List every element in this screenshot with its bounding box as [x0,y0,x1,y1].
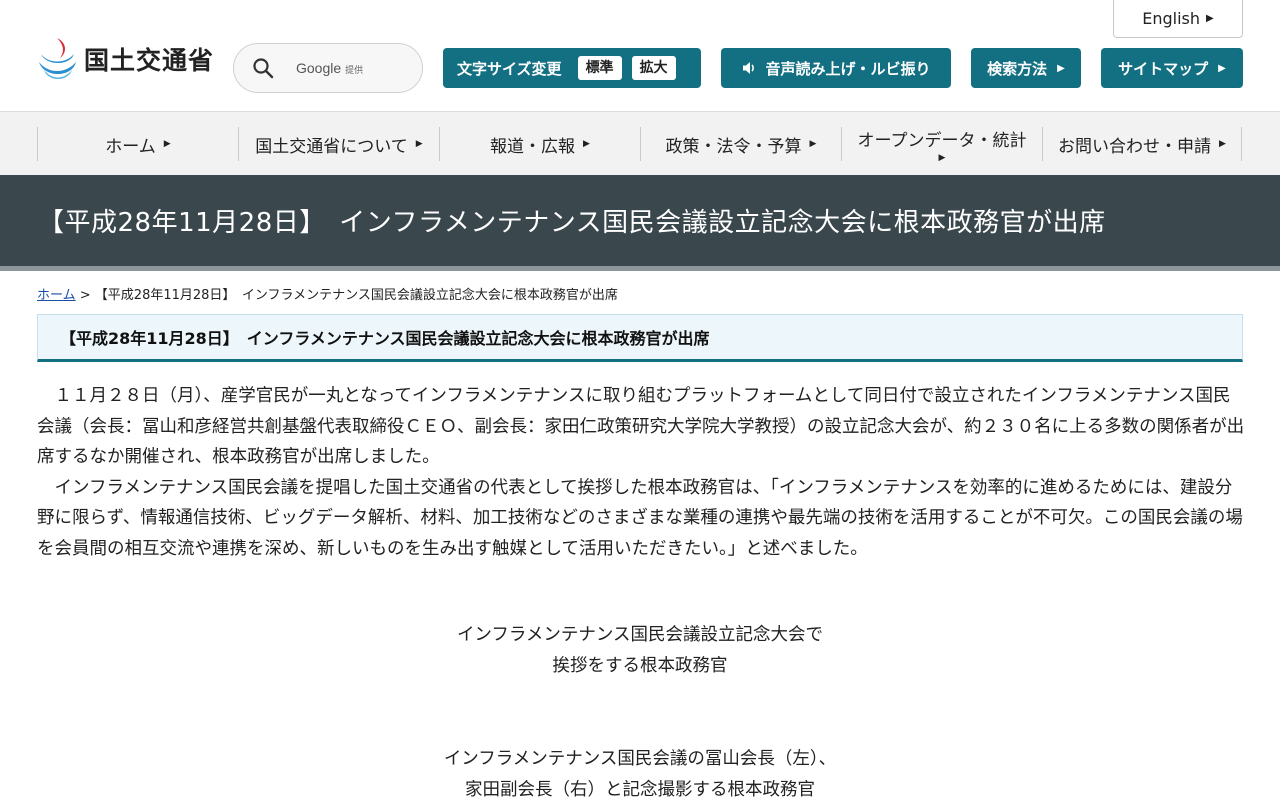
article-paragraph: １１月２８日（月）、産学官民が一丸となってインフラメンテナンスに取り組むプラット… [37,386,1245,467]
article-body: １１月２８日（月）、産学官民が一丸となってインフラメンテナンスに取り組むプラット… [37,381,1247,564]
nav-item-label: お問い合わせ・申請 [1058,136,1212,157]
triangle-right-icon: ▶ [1219,139,1226,149]
font-standard-button[interactable]: 標準 [577,56,622,80]
font-size-control: 文字サイズ変更 標準 拡大 [443,48,701,88]
english-link[interactable]: English ▶ [1113,0,1243,38]
voice-label: 音声読み上げ・ルビ振り [765,59,931,78]
triangle-right-icon: ▶ [809,139,817,149]
nav-item-press[interactable]: 報道・広報 ▶ [439,127,640,161]
search-placeholder: Google 提供 [296,60,363,76]
article-heading-box: 【平成28年11月28日】 インフラメンテナンス国民会議設立記念大会に根本政務官… [37,314,1243,362]
site-search-input[interactable]: Google 提供 [233,43,423,93]
nav-item-contact[interactable]: お問い合わせ・申請 ▶ [1042,127,1242,161]
nav-item-label: 政策・法令・予算 [665,136,802,157]
caption-line: インフラメンテナンス国民会議の冨山会長（左）、 [443,749,837,769]
article-paragraph: インフラメンテナンス国民会議を提唱した国土交通省の代表として挨拶した根本政務官は… [37,477,1243,559]
nav-item-label: 国土交通省について [255,136,408,157]
search-icon [253,58,274,79]
photo-caption: インフラメンテナンス国民会議設立記念大会で 挨拶をする根本政務官 [0,620,1280,682]
triangle-right-icon: ▶ [1206,13,1214,24]
google-brand: Google [296,60,342,76]
photo-caption: インフラメンテナンス国民会議の冨山会長（左）、 家田副会長（右）と記念撮影する根… [0,744,1280,800]
article-heading: 【平成28年11月28日】 インフラメンテナンス国民会議設立記念大会に根本政務官… [60,329,710,348]
font-large-button[interactable]: 拡大 [631,56,676,80]
breadcrumb: ホーム > 【平成28年11月28日】 インフラメンテナンス国民会議設立記念大会… [37,284,618,303]
global-nav: ホーム ▶ 国土交通省について ▶ 報道・広報 ▶ 政策・法令・予算 ▶ オープ… [0,111,1280,175]
font-size-label: 文字サイズ変更 [457,59,562,78]
voice-reading-button[interactable]: 音声読み上げ・ルビ振り [721,48,951,88]
caption-line: 挨拶をする根本政務官 [552,656,728,676]
page-title: 【平成28年11月28日】 インフラメンテナンス国民会議設立記念大会に根本政務官… [38,208,1106,238]
nav-item-label: 報道・広報 [490,136,576,157]
caption-line: インフラメンテナンス国民会議設立記念大会で [456,625,824,645]
triangle-right-icon: ▶ [583,139,590,149]
triangle-right-icon: ▶ [1218,62,1226,74]
nav-item-label: オープンデータ・統計 [857,130,1027,151]
search-help-button[interactable]: 検索方法 ▶ [971,48,1081,88]
triangle-right-icon: ▶ [415,139,423,149]
breadcrumb-home-link[interactable]: ホーム [37,288,76,303]
speaker-icon [743,62,755,74]
breadcrumb-current: 【平成28年11月28日】 インフラメンテナンス国民会議設立記念大会に根本政務官… [94,288,618,303]
site-header: English ▶ 国土交通省 Google 提供 文字サイズ変更 標準 拡大 音… [0,0,1280,111]
triangle-right-icon: ▶ [938,152,946,163]
triangle-right-icon: ▶ [163,139,171,149]
caption-line: 家田副会長（右）と記念撮影する根本政務官 [465,780,815,800]
nav-item-about[interactable]: 国土交通省について ▶ [238,127,439,161]
nav-item-label: ホーム [105,136,156,157]
site-logo[interactable]: 国土交通省 [36,36,214,82]
sitemap-button[interactable]: サイトマップ ▶ [1101,48,1243,88]
page-title-banner: 【平成28年11月28日】 インフラメンテナンス国民会議設立記念大会に根本政務官… [0,175,1280,271]
nav-item-home[interactable]: ホーム ▶ [37,127,238,161]
nav-item-policy[interactable]: 政策・法令・予算 ▶ [640,127,841,161]
english-label: English [1142,9,1201,28]
nav-item-opendata[interactable]: オープンデータ・統計 ▶ [841,127,1042,163]
search-provided: 提供 [345,65,364,75]
breadcrumb-separator: > [75,288,95,303]
triangle-right-icon: ▶ [1057,62,1065,74]
sitemap-label: サイトマップ [1118,59,1209,78]
mlit-emblem-icon [39,38,76,79]
search-help-label: 検索方法 [987,59,1048,78]
logo-text: 国土交通省 [84,46,215,75]
